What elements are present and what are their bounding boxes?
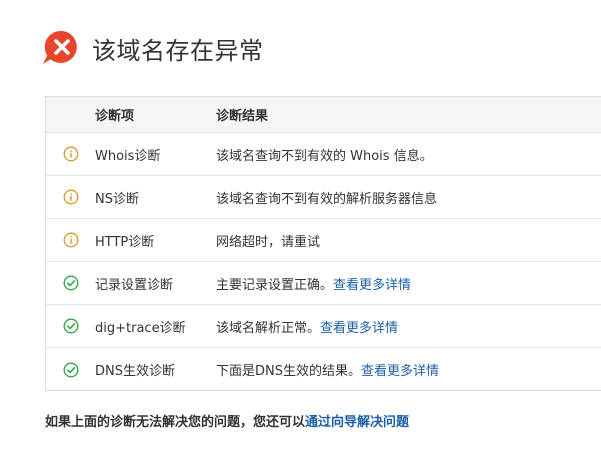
domain-diagnosis-page: 该域名存在异常 诊断项 诊断结果 Whois诊断 该域名查询不到有效的 Whois… bbox=[0, 0, 601, 475]
result-text: 该域名解析正常。 bbox=[216, 320, 321, 336]
error-x-icon bbox=[42, 28, 82, 68]
wizard-link[interactable]: 通过向导解决问题 bbox=[305, 415, 409, 430]
diagnosis-item: dig+trace诊断 bbox=[95, 320, 186, 336]
column-header-item: 诊断项 bbox=[95, 109, 135, 124]
column-header-result: 诊断结果 bbox=[216, 109, 269, 124]
page-title: 该域名存在异常 bbox=[92, 36, 264, 65]
result-text: 该域名查询不到有效的 Whois 信息。 bbox=[216, 148, 433, 164]
diagnosis-item: Whois诊断 bbox=[95, 148, 161, 164]
diagnosis-item: 记录设置诊断 bbox=[95, 277, 174, 293]
diagnosis-result: 该域名查询不到有效的解析服务器信息 bbox=[216, 188, 601, 207]
view-details-link[interactable]: 查看更多详情 bbox=[320, 321, 398, 336]
info-circle-icon bbox=[46, 232, 95, 248]
diagnosis-item: DNS生效诊断 bbox=[95, 364, 175, 379]
diagnosis-item: HTTP诊断 bbox=[95, 234, 155, 250]
check-circle-icon bbox=[46, 318, 95, 334]
table-header: 诊断项 诊断结果 bbox=[46, 97, 601, 133]
footer-help: 如果上面的诊断无法解决您的问题，您还可以通过向导解决问题 bbox=[45, 411, 409, 430]
table-row: DNS生效诊断 下面是DNS生效的结果。查看更多详情 bbox=[46, 348, 601, 391]
info-circle-icon bbox=[46, 146, 95, 162]
diagnosis-result: 该域名查询不到有效的 Whois 信息。 bbox=[216, 145, 601, 164]
result-text: 网络超时，请重试 bbox=[216, 234, 321, 250]
view-details-link[interactable]: 查看更多详情 bbox=[361, 364, 439, 379]
table-row: HTTP诊断 网络超时，请重试 bbox=[46, 219, 601, 262]
diagnosis-table: 诊断项 诊断结果 Whois诊断 该域名查询不到有效的 Whois 信息。 NS诊断… bbox=[45, 96, 601, 391]
table-body: Whois诊断 该域名查询不到有效的 Whois 信息。 NS诊断 该域名查询不到有效… bbox=[46, 133, 601, 391]
footer-text: 如果上面的诊断无法解决您的问题，您还可以 bbox=[45, 415, 306, 430]
table-row: 记录设置诊断 主要记录设置正确。查看更多详情 bbox=[46, 262, 601, 305]
check-circle-icon bbox=[46, 275, 95, 291]
diagnosis-result: 网络超时，请重试 bbox=[216, 231, 601, 250]
table-row: Whois诊断 该域名查询不到有效的 Whois 信息。 bbox=[46, 133, 601, 176]
result-text: 该域名查询不到有效的解析服务器信息 bbox=[216, 191, 438, 207]
info-circle-icon bbox=[46, 189, 95, 205]
diagnosis-result: 主要记录设置正确。查看更多详情 bbox=[216, 274, 601, 293]
result-text: 下面是DNS生效的结果。 bbox=[216, 364, 361, 379]
diagnosis-item: NS诊断 bbox=[95, 191, 139, 207]
view-details-link[interactable]: 查看更多详情 bbox=[333, 278, 411, 293]
table-row: NS诊断 该域名查询不到有效的解析服务器信息 bbox=[46, 176, 601, 219]
result-text: 主要记录设置正确。 bbox=[216, 277, 334, 293]
table-row: dig+trace诊断 该域名解析正常。查看更多详情 bbox=[46, 305, 601, 348]
page-header: 该域名存在异常 bbox=[42, 28, 264, 68]
diagnosis-result: 该域名解析正常。查看更多详情 bbox=[216, 317, 601, 336]
diagnosis-result: 下面是DNS生效的结果。查看更多详情 bbox=[216, 360, 601, 379]
check-circle-icon bbox=[46, 361, 95, 378]
